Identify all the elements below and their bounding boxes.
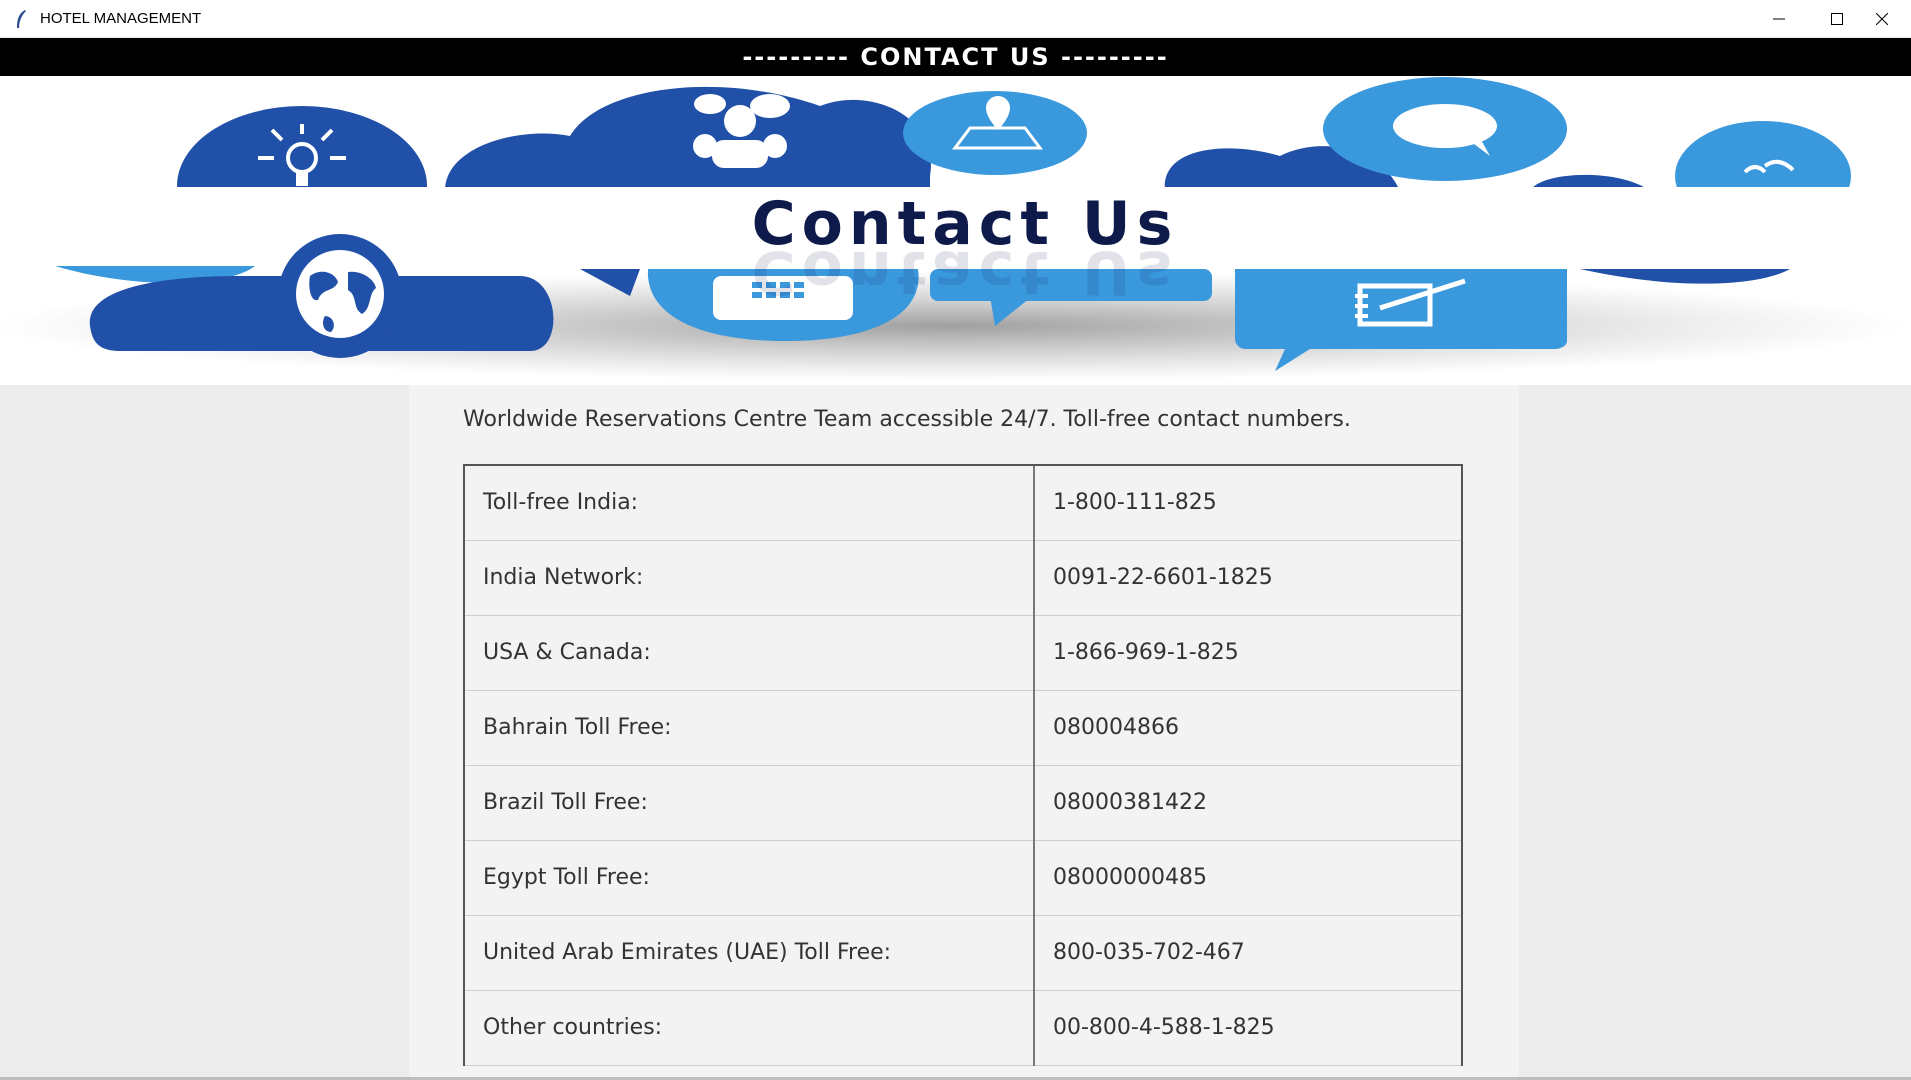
country-label: Brazil Toll Free: xyxy=(463,764,1035,841)
country-label: Toll-free India: xyxy=(463,464,1035,541)
table-row: Other countries: 00-800-4-588-1-825 xyxy=(463,989,1463,1066)
feather-icon xyxy=(17,10,26,28)
banner-heading-reflection: Contact Us xyxy=(752,237,1179,307)
country-label: Bahrain Toll Free: xyxy=(463,689,1035,766)
country-label: India Network: xyxy=(463,539,1035,616)
contact-numbers-table: Toll-free India: 1-800-111-825 India Netwo… xyxy=(463,464,1463,1066)
minimize-icon xyxy=(1773,18,1785,20)
country-label: USA & Canada: xyxy=(463,614,1035,691)
phone-number: 1-800-111-825 xyxy=(1033,464,1463,541)
country-label: Other countries: xyxy=(463,989,1035,1066)
page-header: --------- CONTACT US --------- xyxy=(0,38,1911,76)
map-pin-icon xyxy=(903,91,1087,175)
table-row: Bahrain Toll Free: 080004866 xyxy=(463,689,1463,766)
people-chat-icon xyxy=(445,86,931,191)
window-title: HOTEL MANAGEMENT xyxy=(40,10,202,27)
close-icon xyxy=(1876,13,1888,25)
page-title: --------- CONTACT US --------- xyxy=(742,43,1169,71)
table-row: Toll-free India: 1-800-111-825 xyxy=(463,464,1463,541)
contact-panel: Worldwide Reservations Centre Team acces… xyxy=(409,385,1519,1080)
table-row: USA & Canada: 1-866-969-1-825 xyxy=(463,614,1463,691)
table-row: Brazil Toll Free: 08000381422 xyxy=(463,764,1463,841)
phone-number: 08000381422 xyxy=(1033,764,1463,841)
country-label: United Arab Emirates (UAE) Toll Free: xyxy=(463,914,1035,991)
table-row: India Network: 0091-22-6601-1825 xyxy=(463,539,1463,616)
phone-number: 1-866-969-1-825 xyxy=(1033,614,1463,691)
phone-number: 00-800-4-588-1-825 xyxy=(1033,989,1463,1066)
maximize-icon xyxy=(1831,13,1843,25)
contact-banner: Contact Us Contact Us xyxy=(0,76,1911,385)
table-row: Egypt Toll Free: 08000000485 xyxy=(463,839,1463,916)
intro-text: Worldwide Reservations Centre Team acces… xyxy=(463,407,1351,432)
window-titlebar: HOTEL MANAGEMENT xyxy=(0,0,1911,38)
phone-number: 800-035-702-467 xyxy=(1033,914,1463,991)
country-label: Egypt Toll Free: xyxy=(463,839,1035,916)
minimize-button[interactable] xyxy=(1750,0,1808,38)
table-row: United Arab Emirates (UAE) Toll Free: 800… xyxy=(463,914,1463,991)
speech-bubble-icon xyxy=(1323,77,1567,181)
content-area: Worldwide Reservations Centre Team acces… xyxy=(0,385,1911,1080)
phone-number: 0091-22-6601-1825 xyxy=(1033,539,1463,616)
close-button[interactable] xyxy=(1853,0,1911,38)
phone-number: 08000000485 xyxy=(1033,839,1463,916)
phone-number: 080004866 xyxy=(1033,689,1463,766)
